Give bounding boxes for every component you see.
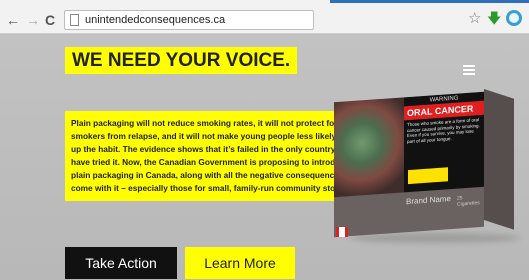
tab-strip [330,0,529,8]
arrow-left-icon[interactable]: ← [6,13,20,27]
extension-icon[interactable] [506,10,522,26]
canada-flag-icon [336,227,348,237]
page-icon [70,14,79,26]
tab-indicator [330,0,529,3]
health-warning: WARNING ORAL CANCER Those who smoke are … [404,91,484,193]
page-content: WE NEED YOUR VOICE. Plain packaging will… [0,35,529,280]
star-icon[interactable]: ☆ [468,11,481,26]
pack-side [484,89,514,230]
cigarette-pack-image: WARNING ORAL CANCER Those who smoke are … [330,85,520,245]
address-bar[interactable]: unintendedconsequences.ca [64,10,314,30]
intro-paragraph: Plain packaging will not reduce smoking … [65,111,372,201]
warning-yellow-box [408,167,448,185]
take-action-button[interactable]: Take Action [65,247,177,279]
warning-photo [334,97,404,198]
learn-more-button[interactable]: Learn More [185,247,295,279]
reload-icon[interactable]: C [45,13,55,27]
page-title: WE NEED YOUR VOICE. [65,47,298,74]
pack-shadow [350,233,520,243]
url-text[interactable]: unintendedconsequences.ca [85,14,225,26]
browser-toolbar: ← → C unintendedconsequences.ca ☆ 🡇 [0,0,529,34]
warning-text: Those who smoke are a form of oral cance… [407,117,480,144]
download-icon[interactable]: 🡇 [487,11,501,26]
pack-brand: Brand Name [406,194,451,207]
pack-front: WARNING ORAL CANCER Those who smoke are … [334,91,484,238]
menu-icon[interactable] [463,65,475,77]
pack-count: 25 Cigarettes [457,195,480,208]
arrow-right-icon[interactable]: → [26,13,40,27]
